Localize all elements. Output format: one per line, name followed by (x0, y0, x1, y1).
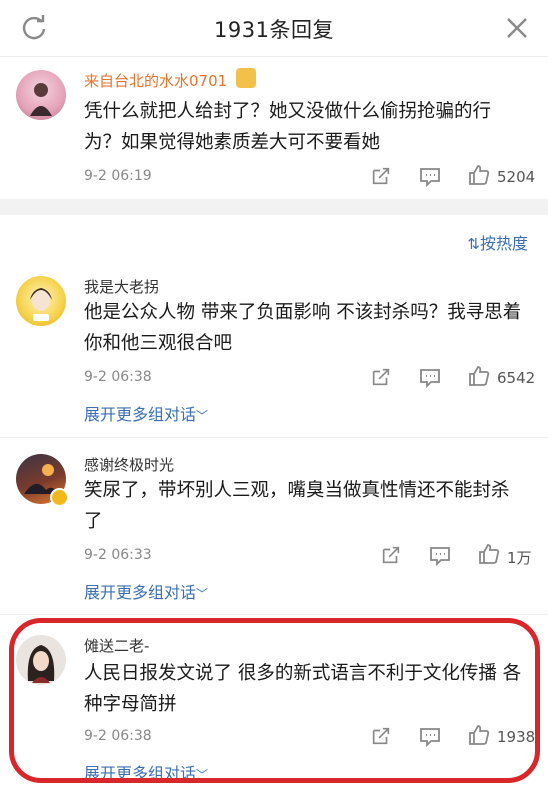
like-icon[interactable] (467, 163, 491, 187)
reply-item: 感谢终极时光 笑尿了，带坏别人三观，嘴臭当做真性情还不能封杀了 9-2 06:3… (0, 438, 548, 613)
page-title: 1931条回复 (214, 18, 334, 42)
comment-icon[interactable] (418, 164, 442, 188)
header-bar: 1931条回复 (0, 0, 548, 57)
sort-icon: ⇅ (467, 235, 480, 253)
expand-more-label: 展开更多组对话 (84, 405, 197, 424)
sort-button[interactable]: ⇅按热度 (467, 230, 528, 254)
like-count: 6542 (497, 369, 536, 387)
section-divider (0, 199, 548, 215)
comment-text: 凭什么就把人给封了？她又没做什么偷拐抢骗的行为？如果觉得她素质差大可不要看她 (84, 101, 492, 153)
close-icon[interactable] (504, 15, 530, 41)
reply-time: 9-2 06:33 (84, 547, 152, 563)
reply-text: 笑尿了，带坏别人三观，嘴臭当做真性情还不能封杀了 (84, 480, 510, 532)
reply-username[interactable]: 我是大老拐 (84, 276, 159, 297)
reply-item: 我是大老拐 他是公众人物 带来了负面影响 不该封杀吗？我寻思着你和他三观很合吧 … (0, 266, 548, 436)
comment-icon[interactable] (418, 365, 442, 389)
share-icon[interactable] (370, 365, 392, 389)
comment-icon[interactable] (428, 543, 452, 567)
highlight-outline (9, 618, 540, 783)
verified-badge-icon (50, 488, 69, 507)
reply-text: 他是公众人物 带来了负面影响 不该封杀吗？我寻思着你和他三观很合吧 (84, 302, 522, 354)
chevron-down-icon: ﹀ (196, 409, 209, 423)
expand-more-link[interactable]: 展开更多组对话﹀ (84, 579, 208, 603)
comment-username[interactable]: 来自台北的水水0701 (84, 70, 227, 91)
reply-time: 9-2 06:38 (84, 369, 152, 385)
like-count: 5204 (497, 168, 536, 186)
comment-time: 9-2 06:19 (84, 168, 152, 184)
share-icon[interactable] (380, 543, 402, 567)
root-comment: 来自台北的水水0701 凭什么就把人给封了？她又没做什么偷拐抢骗的行为？如果觉得… (0, 56, 548, 199)
expand-more-label: 展开更多组对话 (84, 583, 197, 602)
avatar[interactable] (16, 276, 66, 326)
like-count: 1万 (507, 549, 532, 567)
crown-badge-icon (236, 68, 256, 88)
avatar[interactable] (16, 70, 66, 120)
reply-username[interactable]: 感谢终极时光 (84, 454, 174, 475)
like-icon[interactable] (477, 542, 501, 566)
sort-label: 按热度 (479, 234, 528, 253)
expand-more-link[interactable]: 展开更多组对话﹀ (84, 401, 208, 425)
share-icon[interactable] (370, 164, 392, 188)
chevron-down-icon: ﹀ (196, 587, 209, 601)
like-icon[interactable] (467, 364, 491, 388)
